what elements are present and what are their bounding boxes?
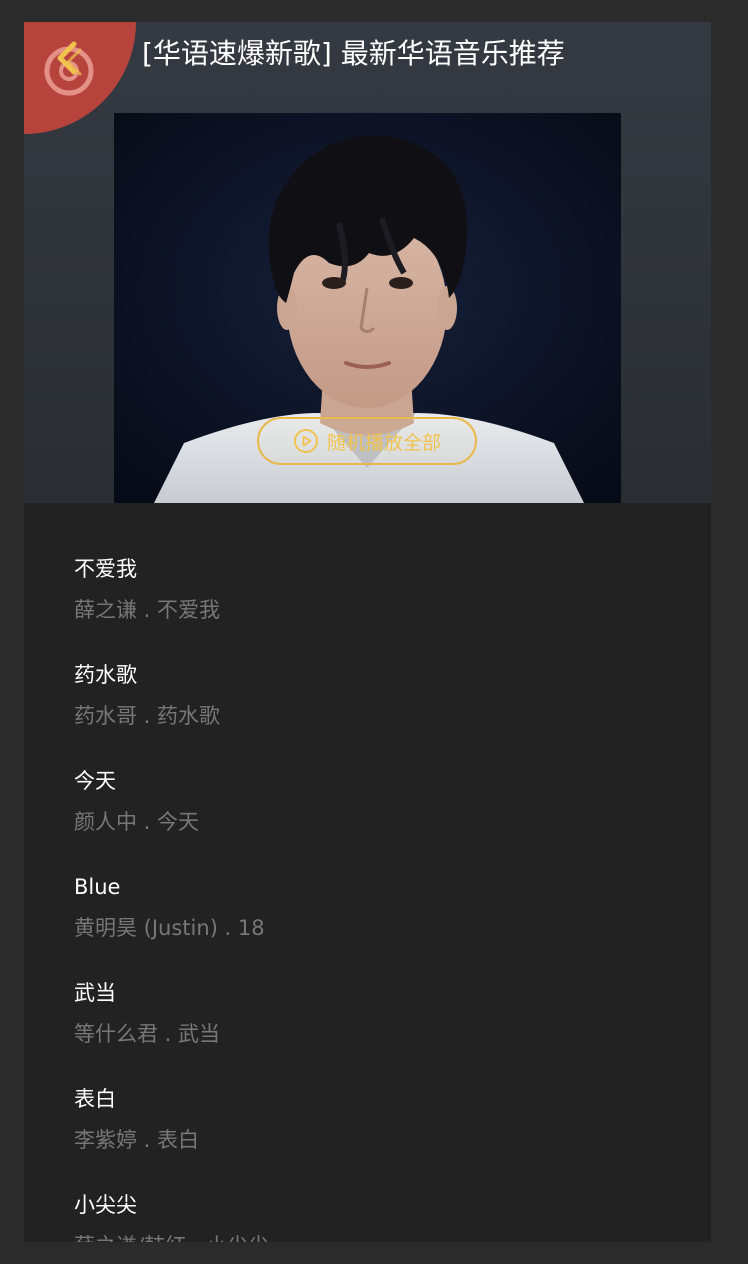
song-list: 不爱我 薛之谦 . 不爱我 药水歌 药水哥 . 药水歌 今天 颜人中 . 今天 … [24,542,711,1242]
song-artist-album: 薛之谦 . 不爱我 [74,598,221,622]
song-artist-album: 李紫婷 . 表白 [74,1128,200,1152]
song-artist-album: 颜人中 . 今天 [74,810,200,834]
playlist-header: [华语速爆新歌] 最新华语音乐推荐 随机播放全部 [24,22,711,503]
song-artist-album: 等什么君 . 武当 [74,1022,221,1046]
song-item[interactable]: 不爱我 薛之谦 . 不爱我 [24,542,711,648]
song-item[interactable]: 武当 等什么君 . 武当 [24,966,711,1072]
song-item[interactable]: 表白 李紫婷 . 表白 [24,1072,711,1178]
music-list-app: [华语速爆新歌] 最新华语音乐推荐 随机播放全部 不爱我 薛之谦 . 不爱我 药… [24,22,711,1242]
song-item[interactable]: 药水歌 药水哥 . 药水歌 [24,648,711,754]
song-item[interactable]: Blue 黄明昊 (Justin) . 18 [24,860,711,966]
shuffle-play-all-button[interactable]: 随机播放全部 [257,417,477,465]
song-title: 不爱我 [74,557,137,581]
song-title: 小尖尖 [74,1193,137,1217]
page-title: [华语速爆新歌] 最新华语音乐推荐 [142,37,565,70]
play-all-label: 随机播放全部 [326,431,441,454]
song-title: Blue [74,875,121,899]
song-artist-album: 药水哥 . 药水歌 [74,704,221,728]
song-title: 药水歌 [74,663,137,687]
song-title: 武当 [74,981,116,1005]
song-artist-album: 黄明昊 (Justin) . 18 [74,916,265,940]
song-artist-album: 薛之谦/韩红 . 小尖尖 [74,1231,269,1242]
chevron-left-icon [44,41,94,96]
play-icon [293,429,318,453]
song-item[interactable]: 今天 颜人中 . 今天 [24,754,711,860]
song-title: 今天 [74,769,116,793]
song-item[interactable]: 小尖尖 薛之谦/韩红 . 小尖尖 [24,1178,711,1242]
song-title: 表白 [74,1087,116,1111]
